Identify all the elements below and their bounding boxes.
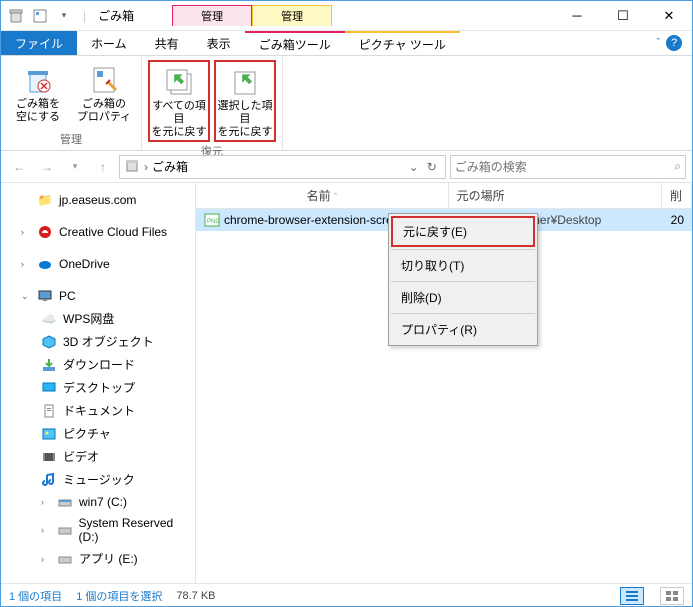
- view-thumbnails-button[interactable]: [660, 587, 684, 605]
- title-bar: ▾ | ごみ箱 管理 管理 ─ ☐ ✕: [1, 1, 692, 31]
- up-button[interactable]: ↑: [91, 155, 115, 179]
- nav-pictures[interactable]: ピクチャ: [1, 422, 195, 445]
- recycle-bin-properties-button[interactable]: ごみ箱の プロパティ: [73, 60, 135, 130]
- download-icon: [41, 357, 57, 373]
- col-name[interactable]: 名前 ˆ: [196, 183, 449, 208]
- ctx-cut[interactable]: 切り取り(T): [391, 252, 535, 279]
- nav-downloads[interactable]: ダウンロード: [1, 353, 195, 376]
- status-count: 1 個の項目: [9, 588, 62, 604]
- ribbon-body: ごみ箱を 空にする ごみ箱の プロパティ 管理 すべての項目 を元に戻す 選択し…: [1, 56, 692, 151]
- tab-file[interactable]: ファイル: [1, 31, 77, 55]
- nav-3d[interactable]: 3D オブジェクト: [1, 330, 195, 353]
- restore-selected-items-button[interactable]: 選択した項目 を元に戻す: [214, 60, 276, 142]
- window-controls: ─ ☐ ✕: [554, 1, 692, 30]
- context-menu: 元に戻す(E) 切り取り(T) 削除(D) プロパティ(R): [388, 213, 538, 346]
- drive-icon: [57, 522, 73, 538]
- nav-desktop[interactable]: デスクトップ: [1, 376, 195, 399]
- restore-all-items-button[interactable]: すべての項目 を元に戻す: [148, 60, 210, 142]
- ribbon-group-restore: すべての項目 を元に戻す 選択した項目 を元に戻す 復元: [142, 56, 283, 150]
- window-title: ごみ箱: [90, 7, 142, 24]
- ctx-separator: [391, 249, 535, 250]
- nav-apps[interactable]: ›アプリ (E:): [1, 547, 195, 570]
- status-bar: 1 個の項目 1 個の項目を選択 78.7 KB: [1, 583, 692, 607]
- tab-home[interactable]: ホーム: [77, 31, 141, 55]
- navigation-pane: 📁jp.easeus.com ›Creative Cloud Files ›On…: [1, 183, 196, 583]
- contextual-tab-headers: 管理 管理: [172, 5, 332, 26]
- status-selected: 1 個の項目を選択: [76, 588, 162, 604]
- ctx-separator: [391, 313, 535, 314]
- nav-videos[interactable]: ビデオ: [1, 445, 195, 468]
- col-location[interactable]: 元の場所: [449, 183, 662, 208]
- nav-documents[interactable]: ドキュメント: [1, 399, 195, 422]
- nav-sysres[interactable]: ›System Reserved (D:): [1, 513, 195, 547]
- quick-access-toolbar: ▾: [1, 7, 79, 25]
- col-deleted[interactable]: 削: [662, 183, 692, 208]
- navigation-bar: ← → ▾ ↑ › ⌄ ↻ ⌕: [1, 151, 692, 183]
- maximize-button[interactable]: ☐: [600, 1, 646, 30]
- view-details-button[interactable]: [620, 587, 644, 605]
- file-deleted: 20: [654, 213, 684, 227]
- tab-picture-tools[interactable]: ピクチャ ツール: [345, 31, 460, 55]
- collapse-ribbon-icon[interactable]: ˇ: [656, 37, 660, 49]
- address-input[interactable]: [152, 160, 405, 174]
- recycle-bin-icon: [124, 157, 140, 176]
- png-file-icon: PNG: [204, 213, 220, 227]
- status-size: 78.7 KB: [176, 590, 215, 602]
- ctx-tab-picture-heading: 管理: [252, 5, 332, 26]
- qat-dropdown-icon[interactable]: ▾: [55, 7, 73, 25]
- search-box[interactable]: ⌕: [450, 155, 686, 179]
- nav-onedrive[interactable]: ›OneDrive: [1, 253, 195, 275]
- recent-dropdown[interactable]: ▾: [63, 155, 87, 179]
- desktop-icon: [41, 380, 57, 396]
- main-area: 📁jp.easeus.com ›Creative Cloud Files ›On…: [1, 183, 692, 583]
- document-icon: [41, 403, 57, 419]
- folder-icon: 📁: [37, 192, 53, 208]
- drive-icon: [57, 551, 73, 567]
- onedrive-icon: [37, 256, 53, 272]
- refresh-icon[interactable]: ↻: [423, 160, 441, 174]
- cube-icon: [41, 334, 57, 350]
- svg-text:PNG: PNG: [207, 219, 220, 225]
- nav-jp-easeus[interactable]: 📁jp.easeus.com: [1, 189, 195, 211]
- tab-recycle-tools[interactable]: ごみ箱ツール: [245, 31, 345, 55]
- help-icon[interactable]: ?: [666, 35, 682, 51]
- nav-pc[interactable]: ⌄PC: [1, 285, 195, 307]
- nav-wps[interactable]: ☁️WPS网盘: [1, 307, 195, 330]
- back-button[interactable]: ←: [7, 155, 31, 179]
- music-icon: [41, 472, 57, 488]
- ctx-delete[interactable]: 削除(D): [391, 284, 535, 311]
- ribbon-group-manage: ごみ箱を 空にする ごみ箱の プロパティ 管理: [1, 56, 142, 150]
- pc-icon: [37, 288, 53, 304]
- drive-icon: [57, 494, 73, 510]
- ctx-restore[interactable]: 元に戻す(E): [391, 216, 535, 247]
- qat-properties-icon[interactable]: [31, 7, 49, 25]
- forward-button[interactable]: →: [35, 155, 59, 179]
- cloud-icon: [37, 224, 53, 240]
- content-pane: 名前 ˆ 元の場所 削 PNG chrome-browser-extension…: [196, 183, 692, 583]
- close-button[interactable]: ✕: [646, 1, 692, 30]
- tab-view[interactable]: 表示: [193, 31, 245, 55]
- ribbon-tab-strip: ファイル ホーム 共有 表示 ごみ箱ツール ピクチャ ツール ˇ ?: [1, 31, 692, 56]
- ctx-properties[interactable]: プロパティ(R): [391, 316, 535, 343]
- search-icon[interactable]: ⌕: [674, 159, 681, 174]
- ribbon-help: ˇ ?: [646, 31, 692, 55]
- address-dropdown-icon[interactable]: ⌄: [409, 160, 419, 174]
- search-input[interactable]: [455, 160, 675, 174]
- nav-music[interactable]: ミュージック: [1, 468, 195, 491]
- recycle-bin-app-icon: [7, 7, 25, 25]
- cloud-icon: ☁️: [41, 311, 57, 327]
- tab-share[interactable]: 共有: [141, 31, 193, 55]
- ctx-separator: [391, 281, 535, 282]
- empty-recycle-bin-button[interactable]: ごみ箱を 空にする: [7, 60, 69, 130]
- pictures-icon: [41, 426, 57, 442]
- address-bar[interactable]: › ⌄ ↻: [119, 155, 446, 179]
- nav-ccf[interactable]: ›Creative Cloud Files: [1, 221, 195, 243]
- column-headers: 名前 ˆ 元の場所 削: [196, 183, 692, 209]
- ctx-tab-recycle-heading: 管理: [172, 5, 252, 26]
- videos-icon: [41, 449, 57, 465]
- nav-win7[interactable]: ›win7 (C:): [1, 491, 195, 513]
- minimize-button[interactable]: ─: [554, 1, 600, 30]
